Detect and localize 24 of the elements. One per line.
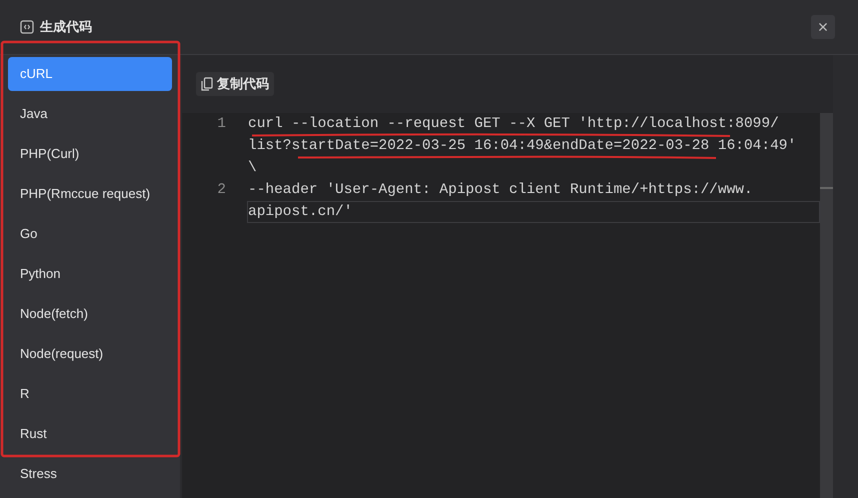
scrollbar[interactable]	[820, 113, 833, 498]
close-button[interactable]: ×	[811, 15, 835, 39]
language-item[interactable]: R	[8, 377, 172, 411]
language-item[interactable]: cURL	[8, 57, 172, 91]
copy-icon	[201, 77, 213, 91]
code-text: list?startDate=2022-03-25 16:04:49&endDate=2022-03-28 16:04:49'	[248, 138, 796, 154]
code-text: apipost.cn/'	[248, 204, 352, 220]
language-item[interactable]: Node(fetch)	[8, 297, 172, 331]
copy-code-button[interactable]: 复制代码	[196, 72, 274, 96]
line-number: 1	[217, 116, 226, 132]
line-number: 2	[217, 182, 226, 198]
language-item[interactable]: Java	[8, 97, 172, 131]
language-item[interactable]: Node(request)	[8, 337, 172, 371]
language-item[interactable]: PHP(Curl)	[8, 137, 172, 171]
code-icon	[20, 20, 34, 34]
language-item[interactable]: Go	[8, 217, 172, 251]
code-text: curl --location --request GET --X GET 'http://localhost:8099/	[248, 116, 779, 132]
language-item[interactable]: Stress	[8, 457, 172, 491]
dialog-title: 生成代码	[40, 18, 92, 36]
language-item[interactable]: PHP(Rmccue request)	[8, 177, 172, 211]
code-text: --header 'User-Agent: Apipost client Runtime/+https://www.	[248, 182, 753, 198]
language-item[interactable]: Python	[8, 257, 172, 291]
code-text: \	[248, 160, 257, 176]
language-item[interactable]: Rust	[8, 417, 172, 451]
